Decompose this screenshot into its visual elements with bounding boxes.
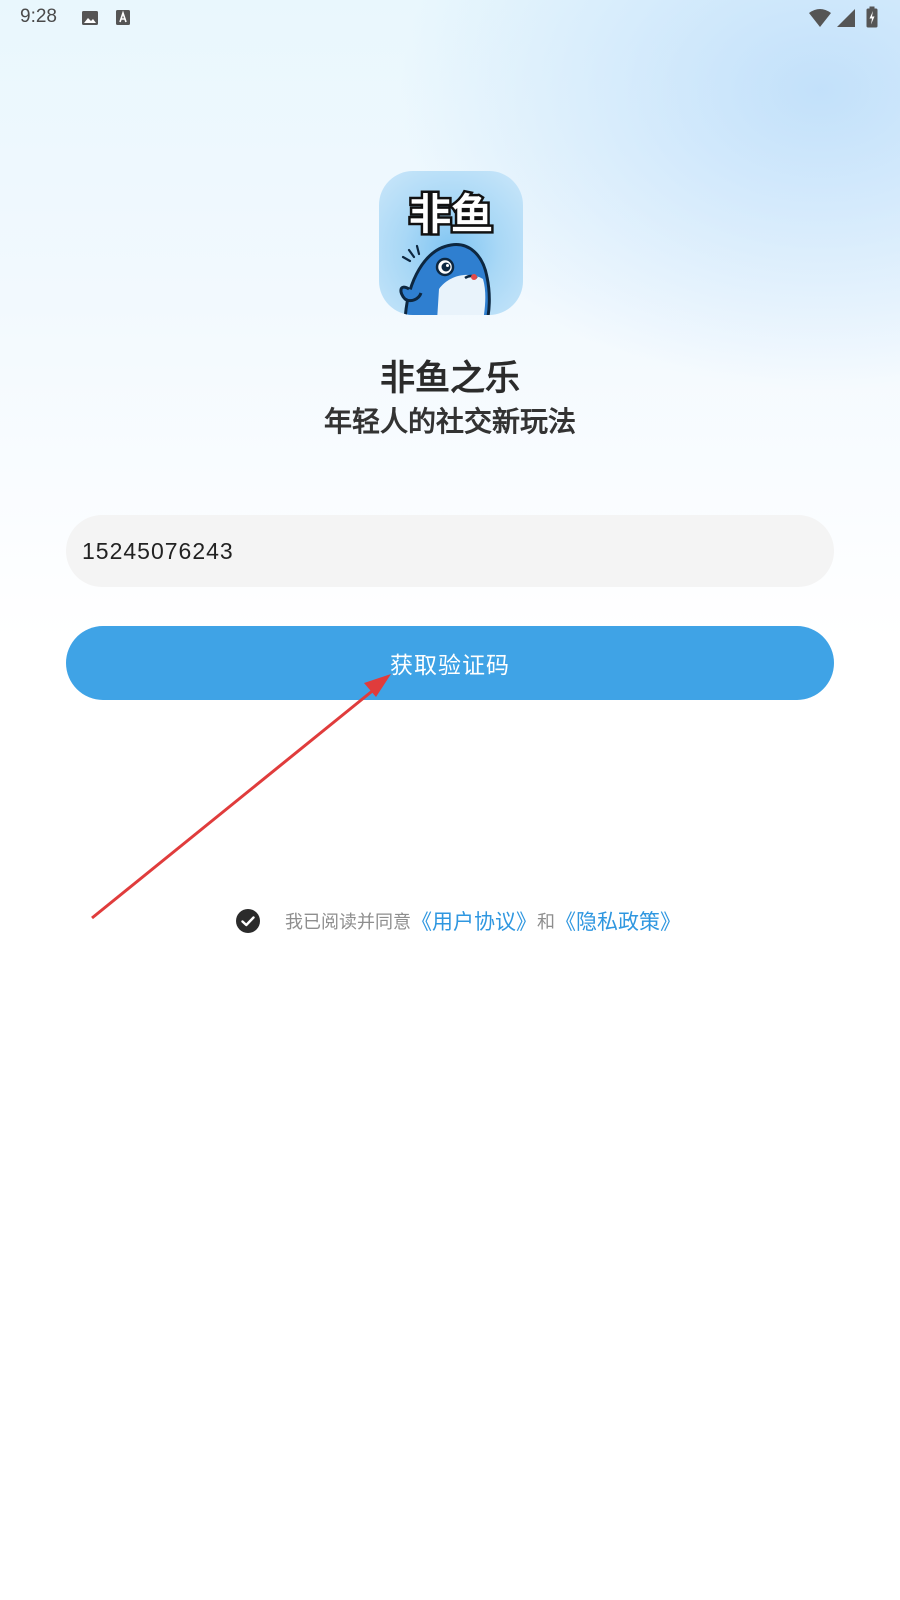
privacy-policy-link[interactable]: 《隐私政策》 bbox=[555, 906, 681, 936]
wifi-icon bbox=[809, 9, 831, 27]
user-agreement-link[interactable]: 《用户协议》 bbox=[411, 906, 537, 936]
app-slogan: 年轻人的社交新玩法 bbox=[323, 405, 576, 438]
agreement-checkbox-checked-icon[interactable] bbox=[236, 909, 260, 933]
agreement-prefix: 我已阅读并同意 bbox=[285, 912, 411, 933]
shark-logo-icon: 非鱼 bbox=[399, 188, 496, 315]
app-name: 非鱼之乐 bbox=[379, 359, 520, 399]
get-verification-code-button[interactable]: 获取验证码 bbox=[66, 626, 834, 700]
get-code-button-label: 获取验证码 bbox=[390, 653, 510, 679]
status-bar: 9:28 bbox=[0, 0, 900, 36]
font-a-icon bbox=[116, 10, 130, 25]
signal-icon bbox=[837, 9, 855, 27]
logo-text: 非鱼 bbox=[409, 190, 493, 239]
battery-charging-icon bbox=[866, 6, 878, 28]
app-logo: 非鱼 bbox=[379, 171, 523, 315]
agreement-row: 我已阅读并同意 《用户协议》 和 《隐私政策》 bbox=[236, 906, 681, 936]
phone-number-input[interactable] bbox=[66, 515, 834, 587]
agreement-and: 和 bbox=[537, 912, 555, 933]
status-time: 9:28 bbox=[20, 6, 57, 27]
image-icon bbox=[82, 11, 98, 25]
